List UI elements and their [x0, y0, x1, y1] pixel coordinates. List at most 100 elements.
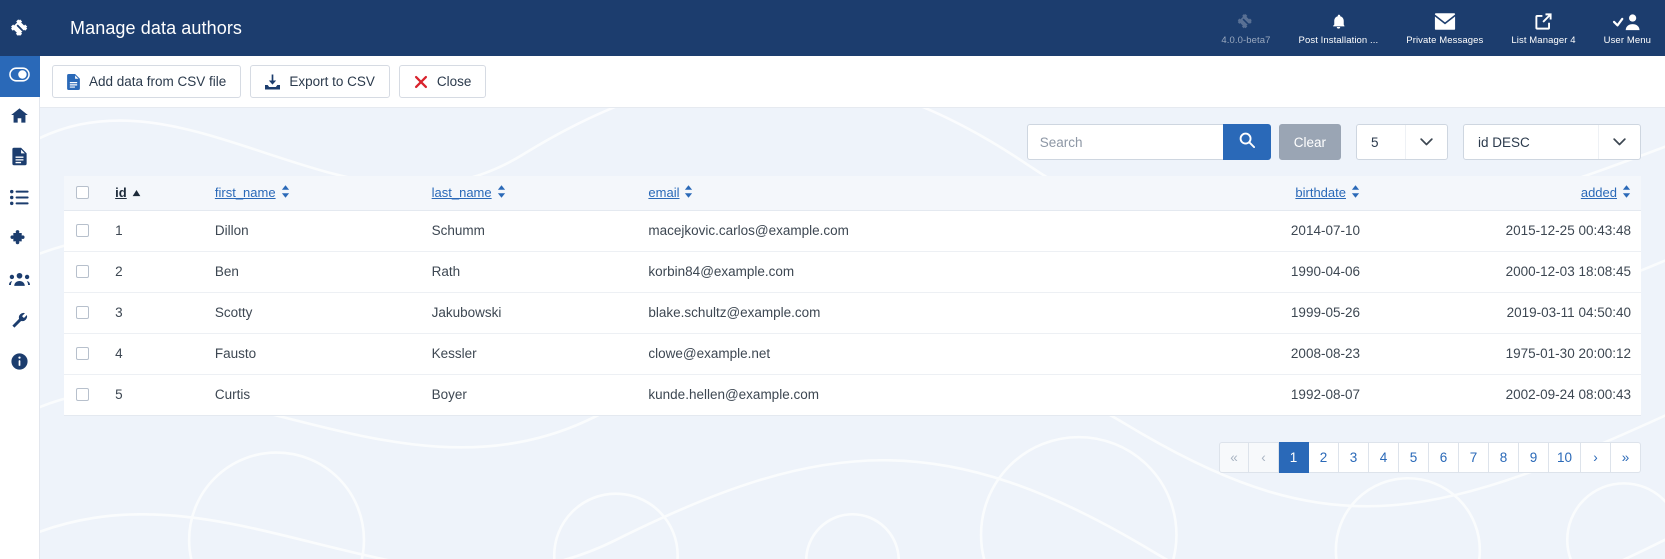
search-input[interactable] [1026, 124, 1223, 160]
column-label: id [115, 185, 127, 201]
file-icon [67, 73, 80, 90]
header-item-private-messages[interactable]: Private Messages [1392, 0, 1497, 56]
pagination-page-2[interactable]: 2 [1308, 441, 1339, 473]
cell-birthdate: 2014-07-10 [1136, 210, 1370, 252]
limit-value: 5 [1371, 134, 1379, 150]
sidebar-item-users[interactable] [0, 261, 40, 302]
search-button[interactable] [1222, 124, 1271, 160]
row-checkbox[interactable] [76, 347, 89, 360]
cell-last-name: Schumm [421, 210, 639, 252]
row-checkbox-cell [64, 333, 106, 375]
sort-both-icon [1622, 184, 1631, 201]
column-label: birthdate [1295, 185, 1346, 201]
filter-bar: Clear 5 id DESC [64, 108, 1641, 176]
column-header-select-all [64, 176, 106, 211]
sidebar-item-toggle-menu[interactable] [0, 56, 40, 97]
pagination-page-4[interactable]: 4 [1368, 441, 1399, 473]
pagination-next[interactable]: › [1581, 441, 1611, 473]
pagination-page-10[interactable]: 10 [1548, 441, 1581, 473]
data-table: id first_name last_name email birthdate … [64, 176, 1641, 416]
sort-link-id[interactable]: id [115, 185, 141, 200]
header-item-label: User Menu [1603, 35, 1651, 46]
sort-link-email[interactable]: email [648, 184, 693, 201]
limit-select[interactable]: 5 [1356, 124, 1448, 160]
cell-last-name: Boyer [421, 374, 639, 416]
pagination-wrapper: « ‹ 1 2 3 4 5 6 7 8 9 10 › » [64, 416, 1641, 473]
sidebar-item-content[interactable] [0, 138, 40, 179]
pagination-last[interactable]: » [1611, 441, 1641, 473]
cell-id: 1 [105, 210, 205, 252]
table-header-row: id first_name last_name email birthdate … [64, 176, 1641, 211]
table-row[interactable]: 3 Scotty Jakubowski blake.schultz@exampl… [64, 292, 1641, 334]
pagination-page-1[interactable]: 1 [1278, 441, 1309, 473]
column-header-id: id [105, 176, 205, 211]
sort-link-first-name[interactable]: first_name [215, 184, 290, 201]
order-select[interactable]: id DESC [1463, 124, 1641, 160]
row-checkbox-cell [64, 374, 106, 416]
row-checkbox[interactable] [76, 306, 89, 319]
sidebar-item-components[interactable] [0, 220, 40, 261]
cell-added: 2000-12-03 18:08:45 [1369, 251, 1641, 293]
joomla-logo-icon[interactable] [0, 0, 40, 56]
row-checkbox[interactable] [76, 224, 89, 237]
pagination-prev[interactable]: ‹ [1248, 441, 1279, 473]
sidebar-item-home[interactable] [0, 97, 40, 138]
row-checkbox[interactable] [76, 388, 89, 401]
cell-added: 2002-09-24 08:00:43 [1369, 374, 1641, 416]
joomla-version-icon [1236, 10, 1255, 32]
pagination-page-7[interactable]: 7 [1458, 441, 1489, 473]
sort-asc-icon [132, 185, 141, 200]
clear-button[interactable]: Clear [1278, 124, 1341, 160]
cell-added: 2019-03-11 04:50:40 [1369, 292, 1641, 334]
pagination-page-9[interactable]: 9 [1518, 441, 1549, 473]
column-label: last_name [431, 185, 492, 201]
pagination-page-8[interactable]: 8 [1488, 441, 1519, 473]
header-item-version[interactable]: 4.0.0-beta7 [1207, 0, 1284, 56]
cell-id: 3 [105, 292, 205, 334]
header-item-post-installation[interactable]: Post Installation ... [1285, 0, 1393, 56]
cell-birthdate: 1990-04-06 [1136, 251, 1370, 293]
pagination-first[interactable]: « [1218, 441, 1249, 473]
info-icon [10, 352, 29, 376]
table-row[interactable]: 5 Curtis Boyer kunde.hellen@example.com … [64, 374, 1641, 416]
select-all-checkbox[interactable] [76, 186, 89, 200]
cell-email: blake.schultz@example.com [638, 292, 1137, 334]
cell-first-name: Scotty [204, 292, 422, 334]
envelope-icon [1434, 10, 1456, 32]
column-header-email: email [638, 176, 1137, 211]
table-row[interactable]: 1 Dillon Schumm macejkovic.carlos@exampl… [64, 210, 1641, 252]
pagination-page-5[interactable]: 5 [1398, 441, 1429, 473]
sort-link-birthdate[interactable]: birthdate [1295, 184, 1360, 201]
pagination-page-6[interactable]: 6 [1428, 441, 1459, 473]
puzzle-icon [10, 229, 29, 253]
table-row[interactable]: 2 Ben Rath korbin84@example.com 1990-04-… [64, 251, 1641, 293]
sidebar-item-system[interactable] [0, 302, 40, 343]
export-to-csv-button[interactable]: Export to CSV [250, 65, 390, 98]
cell-birthdate: 1999-05-26 [1136, 292, 1370, 334]
column-header-first-name: first_name [204, 176, 422, 211]
clear-button-label: Clear [1293, 134, 1326, 150]
content-area: Clear 5 id DESC [40, 108, 1665, 559]
row-checkbox[interactable] [76, 265, 89, 278]
cell-email: macejkovic.carlos@example.com [638, 210, 1137, 252]
search-group [1026, 124, 1271, 160]
sort-both-icon [684, 184, 693, 201]
sidebar-item-menus[interactable] [0, 179, 40, 220]
users-icon [9, 271, 30, 292]
sidebar-item-help[interactable] [0, 343, 40, 384]
order-value: id DESC [1478, 134, 1530, 150]
sort-link-added[interactable]: added [1581, 184, 1631, 201]
cell-added: 1975-01-30 20:00:12 [1369, 333, 1641, 375]
sort-link-last-name[interactable]: last_name [431, 184, 506, 201]
pagination: « ‹ 1 2 3 4 5 6 7 8 9 10 › » [1218, 441, 1641, 473]
close-button[interactable]: Close [398, 65, 487, 98]
chevron-down-icon [1405, 125, 1447, 159]
main-area: Add data from CSV file Export to CSV Clo… [40, 56, 1665, 559]
header-item-list-manager[interactable]: List Manager 4 [1497, 0, 1589, 56]
add-data-from-csv-button[interactable]: Add data from CSV file [52, 65, 242, 98]
table-row[interactable]: 4 Fausto Kessler clowe@example.net 2008-… [64, 333, 1641, 375]
toolbar-button-label: Export to CSV [289, 74, 375, 89]
header-item-user-menu[interactable]: User Menu [1590, 0, 1665, 56]
pagination-page-3[interactable]: 3 [1338, 441, 1369, 473]
cell-birthdate: 1992-08-07 [1136, 374, 1370, 416]
